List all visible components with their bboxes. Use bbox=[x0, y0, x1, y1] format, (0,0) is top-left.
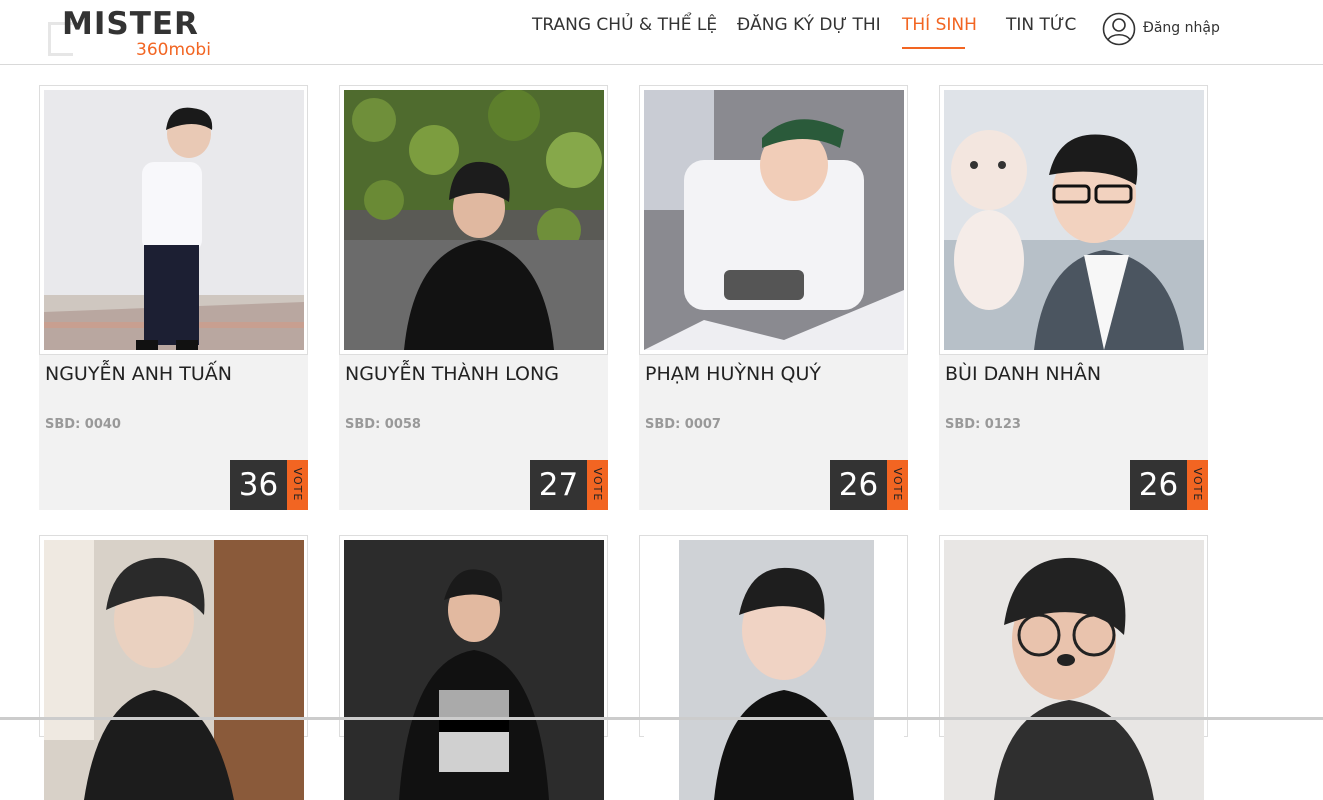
vote-label: VOTE bbox=[591, 467, 604, 502]
nav-active-underline bbox=[902, 47, 965, 49]
contestant-photo-frame[interactable] bbox=[339, 535, 608, 800]
contestant-photo bbox=[44, 540, 304, 800]
contestant-photo bbox=[944, 540, 1204, 800]
contestant-photo-frame[interactable] bbox=[39, 535, 308, 800]
contestant-card[interactable] bbox=[39, 535, 308, 800]
nav-item-contestants[interactable]: THÍ SINH bbox=[902, 15, 977, 45]
contestant-name[interactable]: NGUYỄN ANH TUẤN bbox=[45, 363, 232, 385]
contestant-name[interactable]: PHẠM HUỲNH QUÝ bbox=[645, 363, 821, 385]
site-logo[interactable]: MISTER 360mobi bbox=[48, 4, 228, 60]
vote-count: 36 bbox=[230, 460, 287, 510]
contestant-card[interactable] bbox=[639, 535, 908, 800]
contestant-photo bbox=[344, 540, 604, 800]
contestant-sbd: SBD: 0040 bbox=[45, 417, 121, 432]
contestant-sbd: SBD: 0007 bbox=[645, 417, 721, 432]
contestant-sbd: SBD: 0123 bbox=[945, 417, 1021, 432]
vote-button[interactable]: VOTE bbox=[587, 460, 608, 510]
contestant-sbd: SBD: 0058 bbox=[345, 417, 421, 432]
contestant-photo-frame[interactable] bbox=[639, 535, 908, 800]
contestant-photo bbox=[644, 90, 904, 350]
vote-label: VOTE bbox=[1191, 467, 1204, 502]
nav-item-home-rules[interactable]: TRANG CHỦ & THỂ LỆ bbox=[532, 15, 717, 45]
vote-button[interactable]: VOTE bbox=[887, 460, 908, 510]
contestant-photo bbox=[344, 90, 604, 350]
site-header: MISTER 360mobi TRANG CHỦ & THỂ LỆ ĐĂNG K… bbox=[0, 0, 1323, 65]
vote-count: 26 bbox=[1130, 460, 1187, 510]
contestant-info: NGUYỄN ANH TUẤN SBD: 0040 36 VOTE bbox=[39, 355, 308, 510]
nav-item-news[interactable]: TIN TỨC bbox=[1006, 15, 1076, 45]
contestant-card[interactable]: NGUYỄN ANH TUẤN SBD: 0040 36 VOTE bbox=[39, 85, 308, 510]
logo-title: MISTER bbox=[62, 6, 199, 42]
contestant-info: PHẠM HUỲNH QUÝ SBD: 0007 26 VOTE bbox=[639, 355, 908, 510]
contestant-info: BÙI DANH NHÂN SBD: 0123 26 VOTE bbox=[939, 355, 1208, 510]
contestant-card[interactable]: NGUYỄN THÀNH LONG SBD: 0058 27 VOTE bbox=[339, 85, 608, 510]
contestant-photo-frame[interactable] bbox=[39, 85, 308, 355]
contestant-photo-frame[interactable] bbox=[339, 85, 608, 355]
contestant-name[interactable]: BÙI DANH NHÂN bbox=[945, 363, 1101, 385]
logo-subtitle: 360mobi bbox=[136, 40, 211, 60]
contestant-photo bbox=[44, 90, 304, 350]
contestant-photo bbox=[644, 540, 904, 800]
contestant-card[interactable] bbox=[339, 535, 608, 800]
contestant-card[interactable]: BÙI DANH NHÂN SBD: 0123 26 VOTE bbox=[939, 85, 1208, 510]
contestant-photo-frame[interactable] bbox=[639, 85, 908, 355]
vote-label: VOTE bbox=[291, 467, 304, 502]
nav-item-register[interactable]: ĐĂNG KÝ DỰ THI bbox=[737, 15, 881, 45]
vote-count: 27 bbox=[530, 460, 587, 510]
contestant-card[interactable]: PHẠM HUỲNH QUÝ SBD: 0007 26 VOTE bbox=[639, 85, 908, 510]
user-circle-icon bbox=[1102, 12, 1136, 46]
login-label: Đăng nhập bbox=[1143, 20, 1220, 36]
contestant-photo bbox=[944, 90, 1204, 350]
vote-button[interactable]: VOTE bbox=[287, 460, 308, 510]
contestant-photo-frame[interactable] bbox=[939, 535, 1208, 800]
contestant-info: NGUYỄN THÀNH LONG SBD: 0058 27 VOTE bbox=[339, 355, 608, 510]
vote-button[interactable]: VOTE bbox=[1187, 460, 1208, 510]
contestant-name[interactable]: NGUYỄN THÀNH LONG bbox=[345, 363, 559, 385]
vote-label: VOTE bbox=[891, 467, 904, 502]
vote-count: 26 bbox=[830, 460, 887, 510]
contestant-card[interactable] bbox=[939, 535, 1208, 800]
contestant-photo-frame[interactable] bbox=[939, 85, 1208, 355]
